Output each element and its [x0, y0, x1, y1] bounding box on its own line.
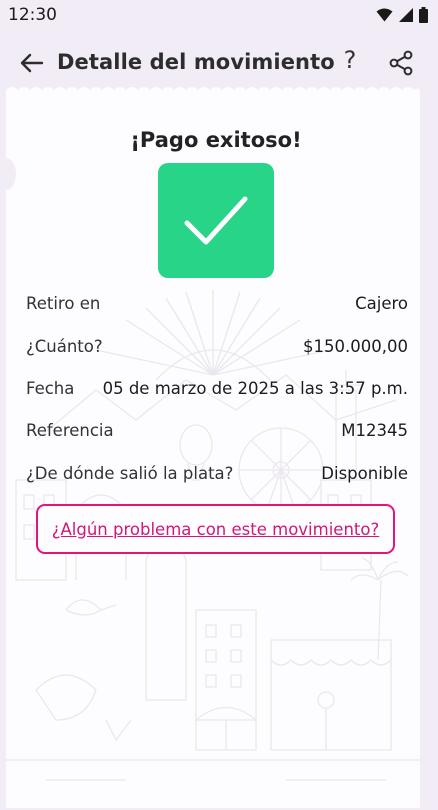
- detail-label: Referencia: [26, 420, 114, 440]
- help-icon: ?: [343, 46, 357, 74]
- page-title: Detalle del movimiento: [57, 50, 335, 74]
- detail-value: Disponible: [321, 463, 408, 483]
- battery-icon: [419, 7, 428, 23]
- detail-value: 05 de marzo de 2025 a las 3:57 p.m.: [102, 378, 408, 398]
- back-arrow-icon: [20, 53, 44, 73]
- detail-row-source: ¿De dónde salió la plata? Disponible: [26, 461, 408, 485]
- detail-row-amount: ¿Cuánto? $150.000,00: [26, 334, 408, 358]
- success-badge: [158, 163, 274, 278]
- detail-label: Retiro en: [26, 293, 101, 313]
- detail-value: $150.000,00: [303, 336, 408, 356]
- status-icons: [376, 7, 428, 23]
- detail-label: ¿Cuánto?: [26, 336, 103, 356]
- ticket-notch-right: [424, 158, 438, 190]
- help-button[interactable]: ?: [336, 46, 364, 76]
- status-bar: 12:30: [0, 0, 438, 30]
- detail-row-retiro: Retiro en Cajero: [26, 291, 408, 315]
- detail-label: ¿De dónde salió la plata?: [26, 463, 234, 483]
- detail-value: M12345: [341, 420, 408, 440]
- report-problem-button[interactable]: ¿Algún problema con este movimiento?: [36, 504, 395, 554]
- detail-label: Fecha: [26, 378, 75, 398]
- share-icon: [389, 50, 413, 76]
- share-button[interactable]: [386, 48, 416, 78]
- back-button[interactable]: [16, 48, 48, 78]
- detail-row-reference: Referencia M12345: [26, 418, 408, 442]
- detail-row-date: Fecha 05 de marzo de 2025 a las 3:57 p.m…: [26, 376, 408, 400]
- detail-value: Cajero: [355, 293, 408, 313]
- status-time: 12:30: [8, 5, 57, 25]
- success-title: ¡Pago exitoso!: [130, 128, 302, 152]
- wifi-icon: [376, 8, 393, 22]
- signal-icon: [399, 8, 413, 22]
- check-icon: [184, 196, 248, 244]
- app-bar: Detalle del movimiento ?: [0, 38, 438, 88]
